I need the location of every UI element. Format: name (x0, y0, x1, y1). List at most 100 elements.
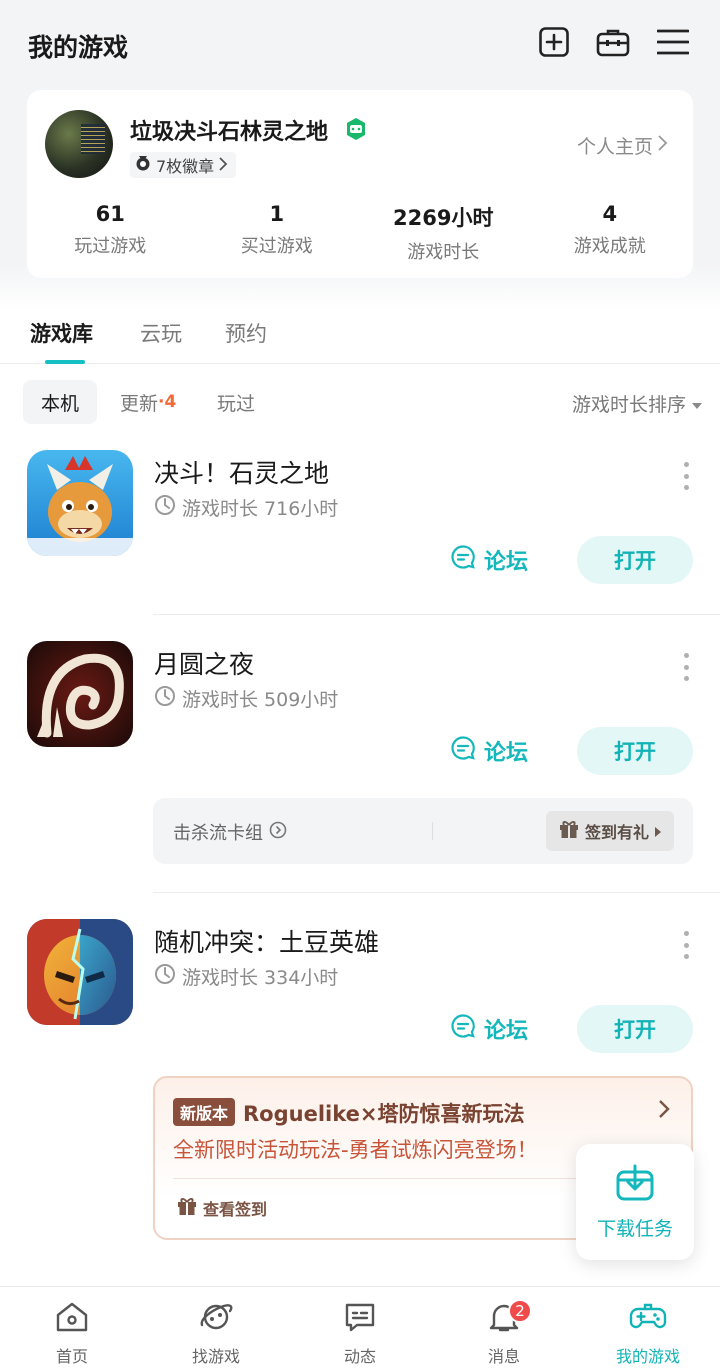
top-area: 我的游戏 垃圾决斗石林灵之地 7枚徽章 个人主页 61 玩过游戏 1 买过游戏 … (0, 0, 720, 310)
tab-reservations[interactable]: 预约 (225, 318, 267, 348)
profile-stats: 61 玩过游戏 1 买过游戏 2269小时 游戏时长 4 游戏成就 (27, 202, 693, 264)
open-game-button[interactable]: 打开 (577, 536, 693, 584)
more-options-icon[interactable] (676, 458, 696, 494)
filter-updates-label: 更新 (120, 392, 159, 415)
profile-card: 垃圾决斗石林灵之地 7枚徽章 个人主页 61 玩过游戏 1 买过游戏 2269小… (27, 90, 693, 278)
stat-bought[interactable]: 1 买过游戏 (194, 202, 361, 264)
clock-icon (154, 494, 176, 521)
more-options-icon[interactable] (676, 927, 696, 963)
forum-label: 论坛 (484, 1019, 529, 1044)
sort-label: 游戏时长排序 (571, 394, 686, 416)
game-name: 月圆之夜 (154, 650, 255, 679)
filter-played[interactable]: 玩过 (217, 380, 255, 424)
deck-label: 击杀流卡组 (173, 823, 263, 844)
stat-label: 游戏成就 (573, 236, 646, 257)
forum-button[interactable]: 论坛 (450, 1011, 528, 1047)
game-icon[interactable] (27, 919, 133, 1025)
download-tray-icon (615, 1164, 655, 1206)
library-tabs: 游戏库 云玩 预约 (0, 304, 720, 364)
bottom-nav: 首页 找游戏 动态 2 消息 我的游戏 (0, 1286, 720, 1370)
forum-icon (450, 1013, 476, 1045)
page-title: 我的游戏 (28, 33, 129, 62)
promo-subtitle: 全新限时活动玩法-勇者试炼闪亮登场！ (173, 1138, 538, 1162)
gift-icon (177, 1196, 197, 1220)
open-game-button[interactable]: 打开 (577, 1005, 693, 1053)
nav-label: 找游戏 (191, 1347, 240, 1366)
nav-label: 首页 (55, 1347, 88, 1366)
stat-label: 玩过游戏 (74, 236, 147, 257)
chevron-right-icon (657, 134, 669, 157)
tab-cloud-play[interactable]: 云玩 (140, 318, 182, 348)
stat-achievements[interactable]: 4 游戏成就 (527, 202, 694, 264)
forum-label: 论坛 (484, 741, 529, 766)
gamer-badge-icon (344, 117, 368, 145)
view-checkin-label: 查看签到 (203, 1200, 268, 1219)
deck-link[interactable]: 击杀流卡组 (173, 819, 287, 845)
game-name: 决斗！石灵之地 (154, 459, 330, 488)
username: 垃圾决斗石林灵之地 (130, 120, 329, 145)
playtime-text: 游戏时长 716小时 (182, 498, 339, 520)
checkin-label: 签到有礼 (584, 823, 649, 842)
toolbox-icon[interactable] (595, 24, 631, 60)
view-checkin-button[interactable]: 查看签到 (177, 1196, 267, 1220)
forum-icon (450, 735, 476, 767)
chevron-right-icon (218, 156, 228, 175)
forum-label: 论坛 (484, 550, 529, 575)
more-options-icon[interactable] (676, 649, 696, 685)
chevron-right-icon[interactable] (657, 1098, 671, 1124)
nav-label: 动态 (343, 1347, 376, 1366)
game-icon[interactable] (27, 450, 133, 556)
homepage-label: 个人主页 (576, 136, 653, 158)
chat-card-icon (343, 1301, 377, 1337)
stat-played[interactable]: 61 玩过游戏 (27, 202, 194, 264)
game-playtime: 游戏时长 509小时 (154, 685, 338, 712)
chevron-circle-icon (269, 821, 287, 844)
filter-updates-count: ·4 (158, 392, 177, 412)
nav-home[interactable]: 首页 (0, 1287, 144, 1370)
tab-library[interactable]: 游戏库 (30, 318, 93, 348)
forum-button[interactable]: 论坛 (450, 542, 528, 578)
nav-label: 我的游戏 (615, 1347, 680, 1366)
stat-label: 游戏时长 (407, 242, 480, 263)
deck-bar: 击杀流卡组 签到有礼 (153, 798, 693, 864)
checkin-button[interactable]: 签到有礼 (546, 811, 674, 851)
playtime-text: 游戏时长 334小时 (182, 967, 339, 989)
badges-pill[interactable]: 7枚徽章 (130, 152, 237, 178)
tab-indicator (45, 360, 85, 364)
game-playtime: 游戏时长 334小时 (154, 963, 338, 990)
stat-value: 61 (95, 202, 125, 226)
caret-right-icon (655, 822, 661, 841)
avatar[interactable] (45, 110, 113, 178)
gamepad-icon (629, 1301, 667, 1337)
add-game-icon[interactable] (536, 24, 572, 60)
menu-icon[interactable] (655, 24, 691, 60)
divider (432, 822, 433, 840)
badges-label: 7枚徽章 (156, 157, 215, 176)
stat-value: 1 (269, 202, 285, 226)
new-version-tag: 新版本 (173, 1098, 236, 1126)
filter-local[interactable]: 本机 (23, 380, 97, 424)
filter-updates[interactable]: 更新 ·4 (120, 380, 176, 424)
sort-dropdown[interactable]: 游戏时长排序 (572, 390, 702, 417)
planet-icon (199, 1301, 233, 1337)
nav-feed[interactable]: 动态 (288, 1287, 432, 1370)
forum-button[interactable]: 论坛 (450, 733, 528, 769)
nav-my-games[interactable]: 我的游戏 (576, 1287, 720, 1370)
homepage-link[interactable]: 个人主页 (577, 132, 669, 159)
nav-messages[interactable]: 2 消息 (432, 1287, 576, 1370)
stat-value: 4 (602, 202, 618, 226)
nav-discover[interactable]: 找游戏 (144, 1287, 288, 1370)
download-tasks-button[interactable]: 下载任务 (576, 1144, 694, 1260)
medal-icon (134, 154, 152, 176)
promo-title: Roguelike×塔防惊喜新玩法 (243, 1102, 525, 1126)
divider (153, 892, 720, 893)
game-icon[interactable] (27, 641, 133, 747)
notification-badge: 2 (508, 1299, 532, 1323)
open-game-button[interactable]: 打开 (577, 727, 693, 775)
game-name: 随机冲突：土豆英雄 (154, 928, 380, 957)
game-playtime: 游戏时长 716小时 (154, 494, 338, 521)
filter-bar: 本机 更新 ·4 玩过 游戏时长排序 (0, 380, 720, 426)
playtime-text: 游戏时长 509小时 (182, 689, 339, 711)
stat-playtime[interactable]: 2269小时 游戏时长 (360, 202, 527, 264)
home-icon (55, 1301, 89, 1337)
